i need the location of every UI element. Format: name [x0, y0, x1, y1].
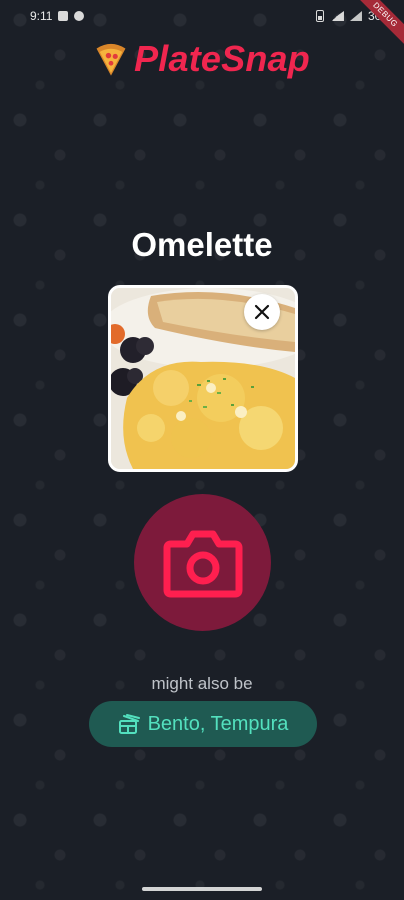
alternative-suggestion-text: Bento, Tempura	[147, 712, 289, 735]
app-header: PlateSnap	[0, 38, 404, 80]
signal-icon	[349, 11, 362, 21]
close-icon	[254, 304, 270, 320]
wifi-icon	[329, 11, 344, 21]
pizza-slice-icon	[96, 43, 126, 76]
home-indicator[interactable]	[142, 887, 262, 891]
alternative-suggestion-chip[interactable]: Bento, Tempura	[89, 701, 317, 747]
camera-icon	[163, 530, 242, 597]
alternatives-label: might also be	[151, 674, 253, 693]
app-title: PlateSnap	[134, 38, 310, 79]
app-notification-icon	[74, 11, 85, 21]
gallery-notification-icon	[58, 11, 69, 21]
camera-button[interactable]	[134, 494, 271, 631]
remove-photo-button[interactable]	[244, 294, 280, 330]
status-bar: 9:11 30%	[0, 0, 404, 32]
bento-icon	[118, 714, 140, 734]
status-time: 9:11	[30, 9, 53, 23]
battery-saver-icon	[315, 10, 324, 22]
dish-name: Omelette	[131, 226, 273, 263]
status-left: 9:11	[30, 9, 85, 23]
